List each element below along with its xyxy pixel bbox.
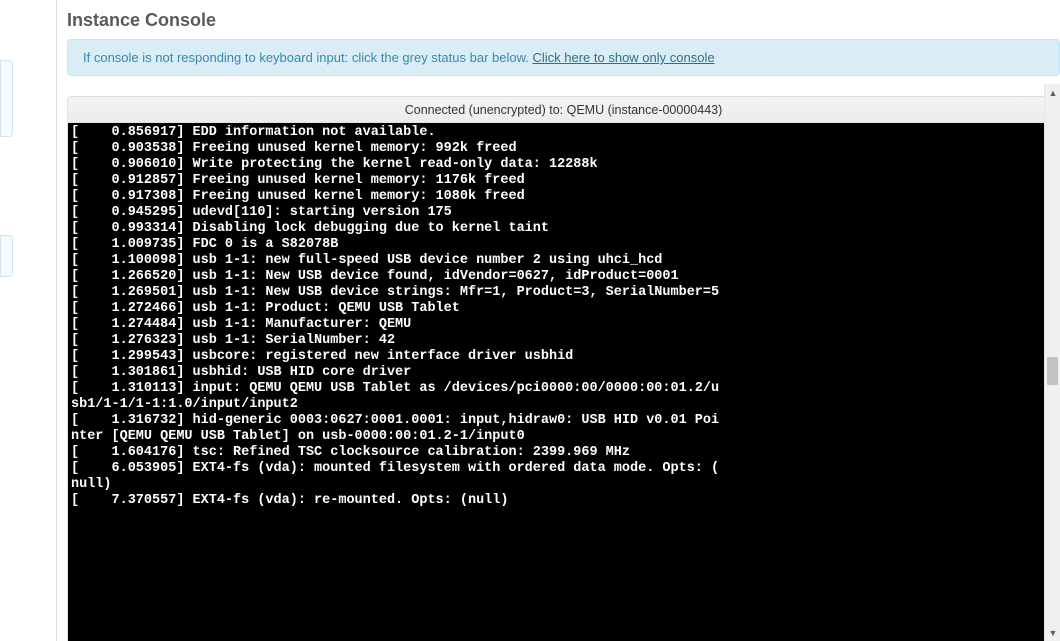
alert-text: If console is not responding to keyboard… xyxy=(83,50,532,65)
scroll-down-button[interactable]: ▼ xyxy=(1045,624,1060,641)
show-only-console-link[interactable]: Click here to show only console xyxy=(532,50,714,65)
sidebar-tab-1[interactable] xyxy=(0,60,13,137)
vertical-scrollbar[interactable]: ▲ ▼ xyxy=(1044,84,1060,641)
sidebar-column xyxy=(0,0,56,641)
console-body[interactable]: [ 0.856917] EDD information not availabl… xyxy=(68,123,1059,641)
console-status-bar[interactable]: Connected (unencrypted) to: QEMU (instan… xyxy=(68,97,1059,123)
main-content: Instance Console If console is not respo… xyxy=(56,0,1060,641)
page-title: Instance Console xyxy=(67,10,1060,31)
sidebar-tab-2[interactable] xyxy=(0,235,13,277)
scroll-up-button[interactable]: ▲ xyxy=(1045,84,1060,101)
scroll-thumb[interactable] xyxy=(1047,357,1058,385)
console-frame: Connected (unencrypted) to: QEMU (instan… xyxy=(67,96,1060,641)
info-alert: If console is not responding to keyboard… xyxy=(67,39,1060,76)
console-log: [ 0.856917] EDD information not availabl… xyxy=(68,123,1059,511)
scroll-track[interactable] xyxy=(1045,101,1060,624)
